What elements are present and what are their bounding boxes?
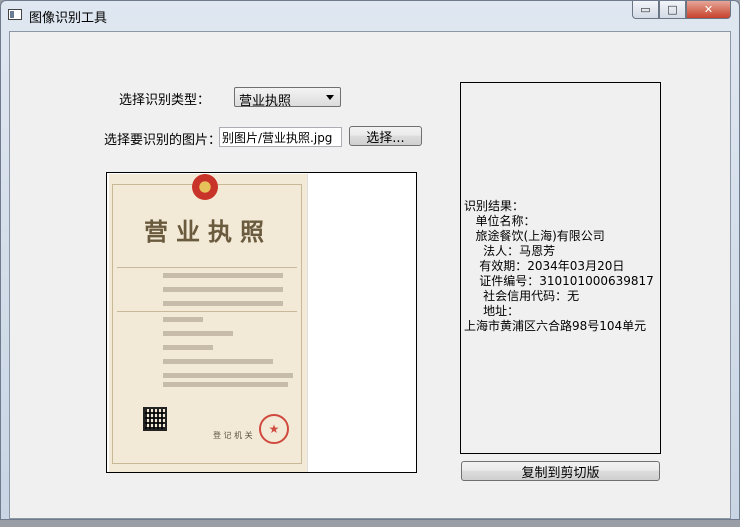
- minimize-button[interactable]: ▭: [632, 1, 659, 19]
- image-preview: 营业执照 登 记 机 关 ★: [106, 172, 417, 473]
- copy-to-clipboard-button[interactable]: 复制到剪切版: [461, 461, 660, 481]
- browse-button[interactable]: 选择...: [349, 126, 422, 146]
- qr-code-icon: [143, 407, 167, 431]
- image-label: 选择要识别的图片：: [104, 133, 222, 148]
- license-divider: [117, 311, 297, 312]
- license-image: 营业执照 登 记 机 关 ★: [109, 174, 308, 472]
- official-seal-icon: ★: [259, 414, 289, 444]
- type-select[interactable]: 营业执照: [234, 87, 341, 109]
- national-emblem-icon: [192, 174, 218, 200]
- chevron-down-icon: [326, 95, 334, 100]
- type-select-value: 营业执照: [239, 94, 292, 109]
- title-bar[interactable]: 图像识别工具 ▭ □ ✕: [1, 1, 739, 31]
- license-title: 营业执照: [144, 217, 272, 246]
- app-window: 图像识别工具 ▭ □ ✕ 选择识别类型： 营业执照 选择要识别的图片： 选择..…: [0, 0, 740, 520]
- type-label: 选择识别类型：: [119, 93, 211, 108]
- license-divider: [117, 267, 297, 268]
- registration-org: 登 记 机 关: [213, 431, 253, 440]
- window-controls: ▭ □ ✕: [632, 1, 731, 19]
- result-text: 识别结果： 单位名称： 旅途餐饮(上海)有限公司 法人：马恩芳 有效期：2034…: [464, 199, 654, 333]
- app-window-icon: [8, 9, 22, 20]
- image-path-field[interactable]: [219, 127, 342, 147]
- maximize-button[interactable]: □: [659, 1, 686, 19]
- client-area: 选择识别类型： 营业执照 选择要识别的图片： 选择... 营业执照: [9, 31, 731, 519]
- close-button[interactable]: ✕: [686, 1, 731, 19]
- result-panel: 识别结果： 单位名称： 旅途餐饮(上海)有限公司 法人：马恩芳 有效期：2034…: [460, 82, 661, 454]
- image-path-input[interactable]: [220, 128, 341, 146]
- window-title: 图像识别工具: [29, 11, 108, 26]
